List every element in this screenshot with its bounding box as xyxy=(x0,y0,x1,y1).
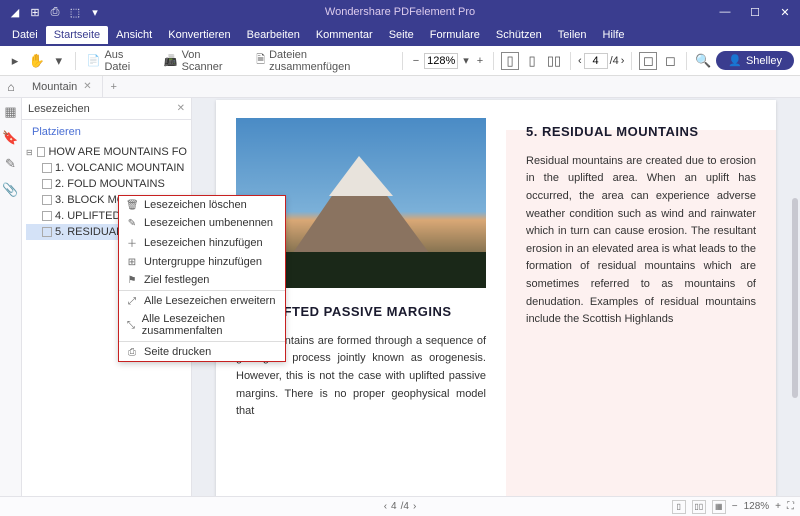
expand-icon: ⤢ xyxy=(126,296,138,307)
menu-formulare[interactable]: Formulare xyxy=(422,26,488,44)
flag-icon: ⚑ xyxy=(126,275,138,286)
quick-icon-4[interactable]: ▾ xyxy=(88,5,102,19)
separator xyxy=(570,52,571,70)
quick-icon-1[interactable]: ⊞ xyxy=(28,5,42,19)
rail-annotations-icon[interactable]: ✎ xyxy=(5,156,16,172)
ctx-collapse-all[interactable]: ⤡Alle Lesezeichen zusammenfalten xyxy=(119,310,285,340)
menu-seite[interactable]: Seite xyxy=(381,26,422,44)
bookmark-item[interactable]: 2. FOLD MOUNTAINS xyxy=(26,176,187,192)
view-grid-icon[interactable]: ▦ xyxy=(712,500,726,514)
place-bookmark-link[interactable]: Platzieren xyxy=(22,120,191,144)
close-button[interactable]: ✕ xyxy=(770,0,800,24)
menu-ansicht[interactable]: Ansicht xyxy=(108,26,160,44)
view-single-icon[interactable]: ▯ xyxy=(672,500,686,514)
separator xyxy=(631,52,632,70)
zoom-input[interactable] xyxy=(424,53,458,69)
quick-icon-3[interactable]: ⬚ xyxy=(68,5,82,19)
menu-teilen[interactable]: Teilen xyxy=(550,26,595,44)
fit-width-icon[interactable]: ◻ xyxy=(639,52,657,70)
fit-page-icon[interactable]: ◻ xyxy=(661,52,679,70)
status-zoom-in[interactable]: + xyxy=(775,501,781,512)
minimize-button[interactable]: — xyxy=(710,0,740,24)
from-scanner-button[interactable]: 📠 Von Scanner xyxy=(160,47,248,75)
rail-thumbnails-icon[interactable]: ▦ xyxy=(4,104,16,120)
view-single-icon[interactable]: ▯ xyxy=(501,52,519,70)
maximize-button[interactable]: ☐ xyxy=(740,0,770,24)
close-panel-icon[interactable]: ✕ xyxy=(177,103,185,114)
menu-hilfe[interactable]: Hilfe xyxy=(595,26,633,44)
user-button[interactable]: 👤 Shelley xyxy=(716,51,794,70)
fullscreen-icon[interactable]: ⛶ xyxy=(787,501,794,512)
separator xyxy=(402,52,403,70)
tree-icon: ⊞ xyxy=(126,257,138,268)
trash-icon: 🗑 xyxy=(126,200,138,211)
page-prev-button[interactable]: ‹ xyxy=(578,55,582,67)
app-title: Wondershare PDFelement Pro xyxy=(325,6,475,18)
ctx-rename-bookmark[interactable]: ✎Lesezeichen umbenennen xyxy=(119,214,285,232)
add-tab-button[interactable]: + xyxy=(103,81,125,93)
zoom-dropdown-icon[interactable]: ▾ xyxy=(460,54,472,67)
ctx-delete-bookmark[interactable]: 🗑Lesezeichen löschen xyxy=(119,196,285,214)
status-page-prev[interactable]: ‹ xyxy=(384,501,387,512)
context-menu: 🗑Lesezeichen löschen ✎Lesezeichen umbene… xyxy=(118,195,286,362)
menu-datei[interactable]: Datei xyxy=(4,26,46,44)
separator xyxy=(493,52,494,70)
pencil-icon: ✎ xyxy=(126,218,138,229)
merge-files-button[interactable]: 🗎 Dateien zusammenfügen xyxy=(252,47,395,75)
tab-mountain[interactable]: Mountain ✕ xyxy=(22,76,103,98)
menu-konvertieren[interactable]: Konvertieren xyxy=(160,26,238,44)
scrollbar[interactable] xyxy=(792,198,798,398)
zoom-out-button[interactable]: − xyxy=(410,55,422,67)
ctx-print-page[interactable]: ⎙Seite drucken xyxy=(119,343,285,361)
print-icon: ⎙ xyxy=(126,347,138,358)
app-icon: ◢ xyxy=(8,5,22,19)
menu-startseite[interactable]: Startseite xyxy=(46,26,108,44)
menu-schuetzen[interactable]: Schützen xyxy=(488,26,550,44)
zoom-in-button[interactable]: + xyxy=(474,55,486,67)
status-zoom-out[interactable]: − xyxy=(732,501,738,512)
page-next-button[interactable]: › xyxy=(621,55,625,67)
hand-tool-icon[interactable]: ✋ xyxy=(28,52,46,70)
ctx-set-destination[interactable]: ⚑Ziel festlegen xyxy=(119,271,285,289)
quick-icon-2[interactable]: ⎙ xyxy=(48,5,62,19)
view-facing-icon[interactable]: ▯▯ xyxy=(545,52,563,70)
search-icon[interactable]: 🔍 xyxy=(694,52,712,70)
separator xyxy=(119,341,285,342)
status-page-current: 4 xyxy=(391,501,397,512)
status-zoom: 128% xyxy=(744,501,770,512)
sidebar-header: Lesezeichen ✕ xyxy=(22,98,191,120)
document-page: 4. UPLIFTED PASSIVE MARGINS Most mountai… xyxy=(216,100,776,516)
menu-bearbeiten[interactable]: Bearbeiten xyxy=(239,26,308,44)
from-file-button[interactable]: 📄 Aus Datei xyxy=(83,47,156,75)
ctx-add-bookmark[interactable]: ＋Lesezeichen hinzufügen xyxy=(119,232,285,253)
status-page-total: /4 xyxy=(401,501,409,512)
page-total: /4 xyxy=(610,55,619,67)
ctx-expand-all[interactable]: ⤢Alle Lesezeichen erweitern xyxy=(119,292,285,310)
plus-icon: ＋ xyxy=(126,235,138,250)
status-page-next[interactable]: › xyxy=(413,501,416,512)
menu-kommentar[interactable]: Kommentar xyxy=(308,26,381,44)
ctx-add-subgroup[interactable]: ⊞Untergruppe hinzufügen xyxy=(119,253,285,271)
menu-bar: Datei Startseite Ansicht Konvertieren Be… xyxy=(0,24,800,46)
home-icon[interactable]: ⌂ xyxy=(0,76,22,98)
page-input[interactable] xyxy=(584,53,608,69)
bookmark-item[interactable]: 1. VOLCANIC MOUNTAIN xyxy=(26,160,187,176)
separator xyxy=(75,52,76,70)
select-tool-icon[interactable]: ▸ xyxy=(6,52,24,70)
view-continuous-icon[interactable]: ▯ xyxy=(523,52,541,70)
close-tab-icon[interactable]: ✕ xyxy=(83,81,91,92)
bookmark-root[interactable]: ⊟HOW ARE MOUNTAINS FO xyxy=(26,144,187,160)
heading-5: 5. RESIDUAL MOUNTAINS xyxy=(526,122,756,143)
separator xyxy=(686,52,687,70)
rail-attachments-icon[interactable]: 📎 xyxy=(2,182,18,198)
paragraph-5: Residual mountains are created due to er… xyxy=(526,153,756,329)
separator xyxy=(119,290,285,291)
dropdown-icon[interactable]: ▾ xyxy=(50,52,68,70)
rail-bookmarks-icon[interactable]: 🔖 xyxy=(2,130,18,146)
collapse-icon: ⤡ xyxy=(126,320,136,331)
view-facing-icon[interactable]: ▯▯ xyxy=(692,500,706,514)
